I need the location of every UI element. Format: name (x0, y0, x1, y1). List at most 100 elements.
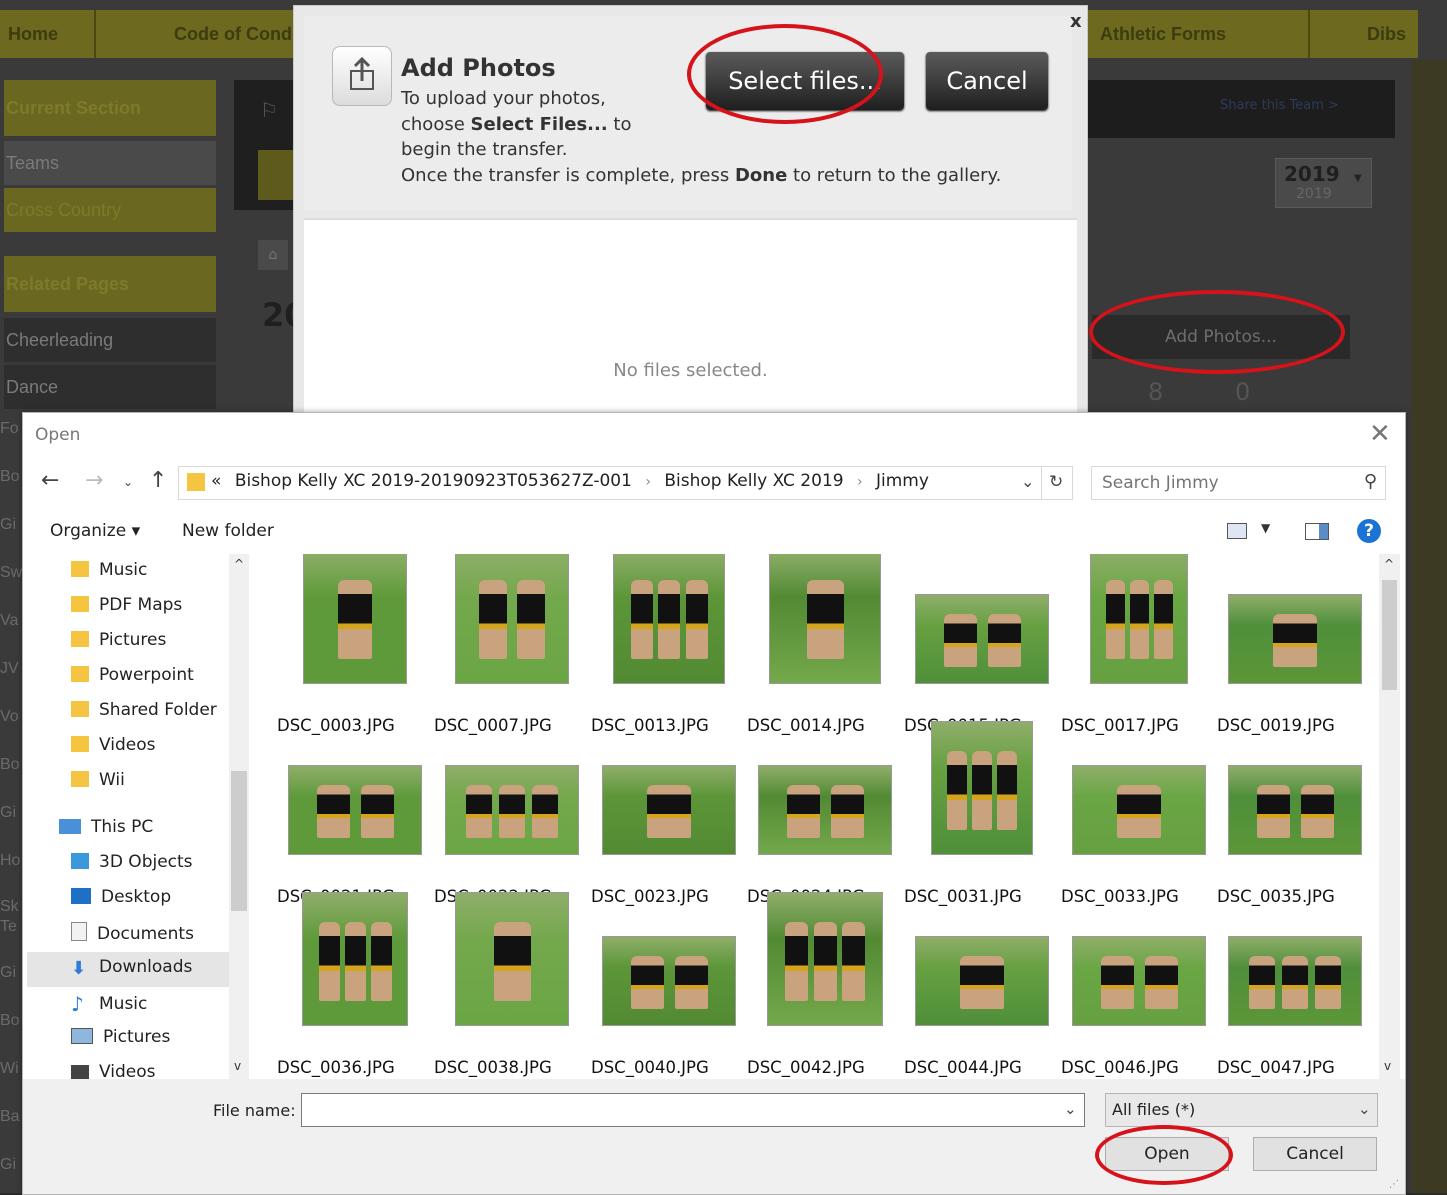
file-scroll-thumb[interactable] (1382, 580, 1397, 690)
share-team-link[interactable]: Share this Team > (1220, 98, 1339, 113)
folder-icon (71, 596, 89, 612)
resize-grip-icon[interactable]: ⋰ (1389, 1179, 1399, 1190)
modal-cancel-button[interactable]: Cancel (926, 52, 1048, 110)
scroll-up-icon[interactable]: ^ (1384, 557, 1394, 571)
photo-preview (445, 765, 579, 855)
breadcrumb-item[interactable]: Jimmy (876, 471, 929, 491)
modal-close-icon[interactable]: x (1070, 11, 1082, 32)
file-name: DSC_0013.JPG (591, 716, 709, 735)
runner-figure (988, 614, 1021, 667)
dialog-close-icon[interactable]: ✕ (1369, 419, 1391, 449)
scroll-up-icon[interactable]: ^ (234, 557, 244, 571)
sidebar-cross-country[interactable]: Cross Country (4, 188, 216, 232)
nav-scrollbar[interactable]: ^ v (229, 554, 249, 1079)
nav-item-desktop[interactable]: Desktop (71, 887, 171, 907)
nav-item-pictures[interactable]: Pictures (71, 630, 166, 650)
scroll-down-icon[interactable]: v (234, 1059, 241, 1073)
file-name-field[interactable]: ⌄ (301, 1093, 1085, 1127)
nav-scroll-thumb[interactable] (231, 771, 247, 911)
file-name: DSC_0033.JPG (1061, 887, 1179, 906)
sidebar-teams[interactable]: Teams (4, 141, 216, 185)
scroll-down-icon[interactable]: v (1384, 1059, 1391, 1073)
photo-preview (288, 765, 422, 855)
nav-athletic-forms[interactable]: Athletic Forms (1092, 10, 1310, 58)
forward-arrow-icon[interactable]: → (85, 468, 103, 493)
file-name: DSC_0036.JPG (277, 1058, 395, 1077)
sidebar-current-section: Current Section (4, 80, 216, 136)
organize-menu[interactable]: Organize ▾ (50, 521, 140, 541)
search-box[interactable]: ⚲ (1091, 466, 1386, 500)
home-icon[interactable]: ⌂ (258, 240, 288, 270)
team-photo (258, 150, 294, 200)
nav-item-3d-objects[interactable]: 3D Objects (71, 852, 193, 872)
file-name: DSC_0023.JPG (591, 887, 709, 906)
view-options-chevron-icon[interactable]: ▼ (1261, 521, 1270, 535)
nav-item-pictures-library[interactable]: Pictures (71, 1027, 170, 1047)
red-annotation-circle (1095, 1125, 1233, 1185)
sidebar-dance[interactable]: Dance (4, 365, 216, 409)
nav-dibs[interactable]: Dibs (1308, 10, 1414, 58)
refresh-icon[interactable]: ↻ (1049, 472, 1063, 492)
address-dropdown-icon[interactable]: ⌄ (1021, 472, 1034, 491)
up-arrow-icon[interactable]: ↑ (149, 468, 167, 493)
photo-preview (455, 892, 569, 1026)
search-input[interactable] (1100, 470, 1344, 496)
nav-item-music[interactable]: Music (71, 560, 147, 580)
breadcrumb-overflow[interactable]: « (211, 471, 221, 491)
back-arrow-icon[interactable]: ← (41, 468, 59, 493)
preview-pane-icon[interactable] (1305, 523, 1329, 540)
nav-item-documents[interactable]: Documents (71, 922, 194, 944)
breadcrumb-item[interactable]: Bishop Kelly XC 2019 (664, 471, 843, 491)
photo-count: 8 (1148, 378, 1164, 406)
nav-item-shared-folder[interactable]: Shared Folder (71, 700, 217, 720)
upload-icon (332, 46, 392, 106)
photo-preview (1228, 765, 1362, 855)
runner-figure (345, 922, 366, 1001)
open-file-dialog: Open ✕ ← → ⌄ ↑ « Bishop Kelly XC 2019-20… (22, 412, 1406, 1195)
file-name: DSC_0047.JPG (1217, 1058, 1335, 1077)
photo-preview (602, 936, 736, 1026)
dialog-cancel-button[interactable]: Cancel (1253, 1137, 1377, 1171)
nav-item-this-pc[interactable]: This PC (59, 817, 153, 837)
runner-figure (1315, 956, 1341, 1009)
new-folder-button[interactable]: New folder (182, 521, 274, 541)
modal-title: Add Photos (401, 54, 556, 82)
view-icon[interactable] (1227, 523, 1247, 539)
nav-item-videos[interactable]: Videos (71, 735, 156, 755)
nav-item-powerpoint[interactable]: Powerpoint (71, 665, 194, 685)
address-bar[interactable]: « Bishop Kelly XC 2019-20190923T053627Z-… (178, 466, 1073, 500)
runner-figure (842, 922, 865, 1001)
nav-code-of-conduct[interactable]: Code of Cond (94, 10, 302, 58)
runner-figure (807, 580, 844, 659)
file-name-dropdown-icon[interactable]: ⌄ (1064, 1100, 1077, 1118)
recent-locations-chevron-icon[interactable]: ⌄ (123, 475, 133, 489)
breadcrumb-item[interactable]: Bishop Kelly XC 2019-20190923T053627Z-00… (235, 471, 632, 491)
nav-item-downloads[interactable]: ⬇ Downloads (71, 957, 192, 979)
sidebar-cheerleading[interactable]: Cheerleading (4, 318, 216, 362)
flag-icon: ⚐ (260, 98, 278, 122)
nav-item-pdf-maps[interactable]: PDF Maps (71, 595, 182, 615)
photo-preview (767, 892, 883, 1026)
year-value: 2019 (1284, 162, 1340, 186)
help-icon[interactable]: ? (1357, 519, 1381, 543)
runner-figure (658, 580, 680, 659)
nav-home[interactable]: Home (0, 10, 96, 58)
photo-preview (915, 594, 1049, 684)
computer-icon (59, 819, 81, 834)
runner-figure (1101, 956, 1134, 1009)
file-scrollbar[interactable]: ^ v (1379, 554, 1400, 1079)
nav-item-music-library[interactable]: ♪ Music (71, 992, 147, 1016)
runner-figure (831, 785, 864, 838)
nav-item-wii[interactable]: Wii (71, 770, 125, 790)
runner-figure (787, 785, 820, 838)
year-select[interactable]: 2019 2019 ▼ (1275, 158, 1372, 208)
file-name: DSC_0019.JPG (1217, 716, 1335, 735)
file-name: DSC_0031.JPG (904, 887, 1022, 906)
file-type-select[interactable]: All files (*) ⌄ (1105, 1093, 1378, 1127)
photo-preview (302, 892, 408, 1026)
runner-figure (1273, 614, 1317, 667)
dialog-title: Open (35, 425, 81, 445)
nav-item-videos-library[interactable]: Videos (71, 1062, 156, 1079)
photo-preview (758, 765, 892, 855)
file-name: DSC_0003.JPG (277, 716, 395, 735)
